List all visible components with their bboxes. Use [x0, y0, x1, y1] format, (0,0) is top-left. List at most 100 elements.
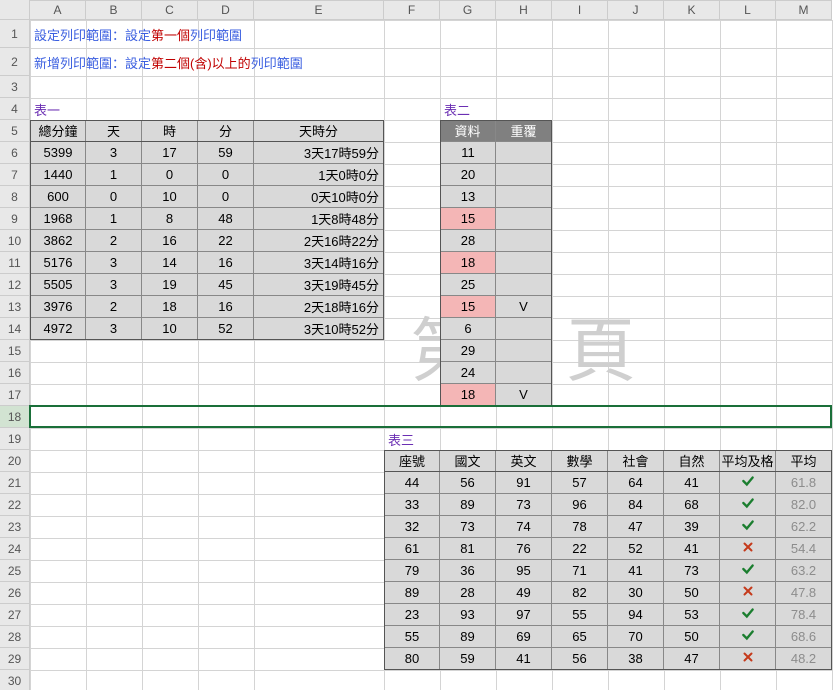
col-header-A[interactable]: A — [30, 0, 86, 20]
table2-header[interactable]: 資料 — [440, 120, 496, 142]
table3-cell[interactable]: 81 — [440, 538, 496, 560]
table1-header[interactable]: 分 — [198, 120, 254, 142]
table1-cell[interactable]: 3 — [86, 142, 142, 164]
table1-cell[interactable]: 3 — [86, 274, 142, 296]
table3-cell[interactable]: 57 — [552, 472, 608, 494]
table3-cell[interactable]: 30 — [608, 582, 664, 604]
table3-pass[interactable] — [720, 582, 776, 604]
table3-header[interactable]: 國文 — [440, 450, 496, 472]
table3-cell[interactable]: 71 — [552, 560, 608, 582]
row-header-10[interactable]: 10 — [0, 230, 30, 252]
table3-cell[interactable]: 49 — [496, 582, 552, 604]
table3-cell[interactable]: 89 — [440, 626, 496, 648]
table2-dup[interactable] — [496, 186, 552, 208]
table3-cell[interactable]: 61 — [384, 538, 440, 560]
col-header-J[interactable]: J — [608, 0, 664, 20]
row-header-26[interactable]: 26 — [0, 582, 30, 604]
table1-cell[interactable]: 3天10時52分 — [254, 318, 384, 340]
table1-cell[interactable]: 0 — [86, 186, 142, 208]
table3-header[interactable]: 座號 — [384, 450, 440, 472]
table1-header[interactable]: 總分鐘 — [30, 120, 86, 142]
table1-cell[interactable]: 0 — [142, 164, 198, 186]
row-header-23[interactable]: 23 — [0, 516, 30, 538]
table3-cell[interactable]: 22 — [552, 538, 608, 560]
table1-cell[interactable]: 3 — [86, 318, 142, 340]
table1-cell[interactable]: 16 — [142, 230, 198, 252]
table3-cell[interactable]: 41 — [664, 538, 720, 560]
row-header-24[interactable]: 24 — [0, 538, 30, 560]
table3-avg[interactable]: 54.4 — [776, 538, 832, 560]
table3-cell[interactable]: 47 — [664, 648, 720, 670]
col-header-C[interactable]: C — [142, 0, 198, 20]
table3-avg[interactable]: 62.2 — [776, 516, 832, 538]
table1-cell[interactable]: 5399 — [30, 142, 86, 164]
table3-header[interactable]: 數學 — [552, 450, 608, 472]
table3-header[interactable]: 社會 — [608, 450, 664, 472]
table3-cell[interactable]: 56 — [440, 472, 496, 494]
table3-pass[interactable] — [720, 626, 776, 648]
table1-cell[interactable]: 22 — [198, 230, 254, 252]
table3-cell[interactable]: 74 — [496, 516, 552, 538]
table1-cell[interactable]: 45 — [198, 274, 254, 296]
table1-header[interactable]: 天 — [86, 120, 142, 142]
row-header-4[interactable]: 4 — [0, 98, 30, 120]
note-line-1[interactable]: 設定列印範圍：設定第一個列印範圍 — [30, 20, 832, 48]
table1-header[interactable]: 天時分 — [254, 120, 384, 142]
row-header-14[interactable]: 14 — [0, 318, 30, 340]
row-header-5[interactable]: 5 — [0, 120, 30, 142]
table1-cell[interactable]: 3862 — [30, 230, 86, 252]
table2-data[interactable]: 20 — [440, 164, 496, 186]
table1-cell[interactable]: 3天17時59分 — [254, 142, 384, 164]
table1-cell[interactable]: 3天14時16分 — [254, 252, 384, 274]
table3-avg[interactable]: 61.8 — [776, 472, 832, 494]
row-header-16[interactable]: 16 — [0, 362, 30, 384]
table3-header[interactable]: 平均及格 — [720, 450, 776, 472]
row-header-13[interactable]: 13 — [0, 296, 30, 318]
table2-dup[interactable] — [496, 318, 552, 340]
table2-dup[interactable] — [496, 252, 552, 274]
table1-cell[interactable]: 1天8時48分 — [254, 208, 384, 230]
table3-cell[interactable]: 76 — [496, 538, 552, 560]
table3-cell[interactable]: 50 — [664, 626, 720, 648]
row-header-19[interactable]: 19 — [0, 428, 30, 450]
table1-cell[interactable]: 48 — [198, 208, 254, 230]
table3-cell[interactable]: 91 — [496, 472, 552, 494]
col-header-M[interactable]: M — [776, 0, 832, 20]
table3-pass[interactable] — [720, 560, 776, 582]
row-header-29[interactable]: 29 — [0, 648, 30, 670]
table2-dup[interactable] — [496, 164, 552, 186]
table3-pass[interactable] — [720, 516, 776, 538]
table2-dup[interactable] — [496, 340, 552, 362]
row-header-17[interactable]: 17 — [0, 384, 30, 406]
table1-cell[interactable]: 16 — [198, 296, 254, 318]
table3-cell[interactable]: 73 — [496, 494, 552, 516]
table3-pass[interactable] — [720, 472, 776, 494]
table1-cell[interactable]: 0 — [198, 186, 254, 208]
row-header-6[interactable]: 6 — [0, 142, 30, 164]
table3-avg[interactable]: 47.8 — [776, 582, 832, 604]
note-line-2[interactable]: 新增列印範圍：設定第二個(含)以上的列印範圍 — [30, 48, 832, 76]
table3-cell[interactable]: 84 — [608, 494, 664, 516]
table1-cell[interactable]: 1天0時0分 — [254, 164, 384, 186]
row-header-18[interactable]: 18 — [0, 406, 30, 428]
table3-avg[interactable]: 82.0 — [776, 494, 832, 516]
table2-data[interactable]: 28 — [440, 230, 496, 252]
table1-cell[interactable]: 18 — [142, 296, 198, 318]
table3-pass[interactable] — [720, 604, 776, 626]
table3-avg[interactable]: 78.4 — [776, 604, 832, 626]
table2-data[interactable]: 6 — [440, 318, 496, 340]
row-header-12[interactable]: 12 — [0, 274, 30, 296]
table3-cell[interactable]: 32 — [384, 516, 440, 538]
table1-cell[interactable]: 4972 — [30, 318, 86, 340]
table1-cell[interactable]: 600 — [30, 186, 86, 208]
table2-dup[interactable]: V — [496, 384, 552, 406]
table1-cell[interactable]: 17 — [142, 142, 198, 164]
row-header-20[interactable]: 20 — [0, 450, 30, 472]
table3-cell[interactable]: 38 — [608, 648, 664, 670]
table3-cell[interactable]: 65 — [552, 626, 608, 648]
table1-cell[interactable]: 59 — [198, 142, 254, 164]
table1-cell[interactable]: 8 — [142, 208, 198, 230]
table2-dup[interactable]: V — [496, 296, 552, 318]
table2-data[interactable]: 11 — [440, 142, 496, 164]
table3-avg[interactable]: 48.2 — [776, 648, 832, 670]
